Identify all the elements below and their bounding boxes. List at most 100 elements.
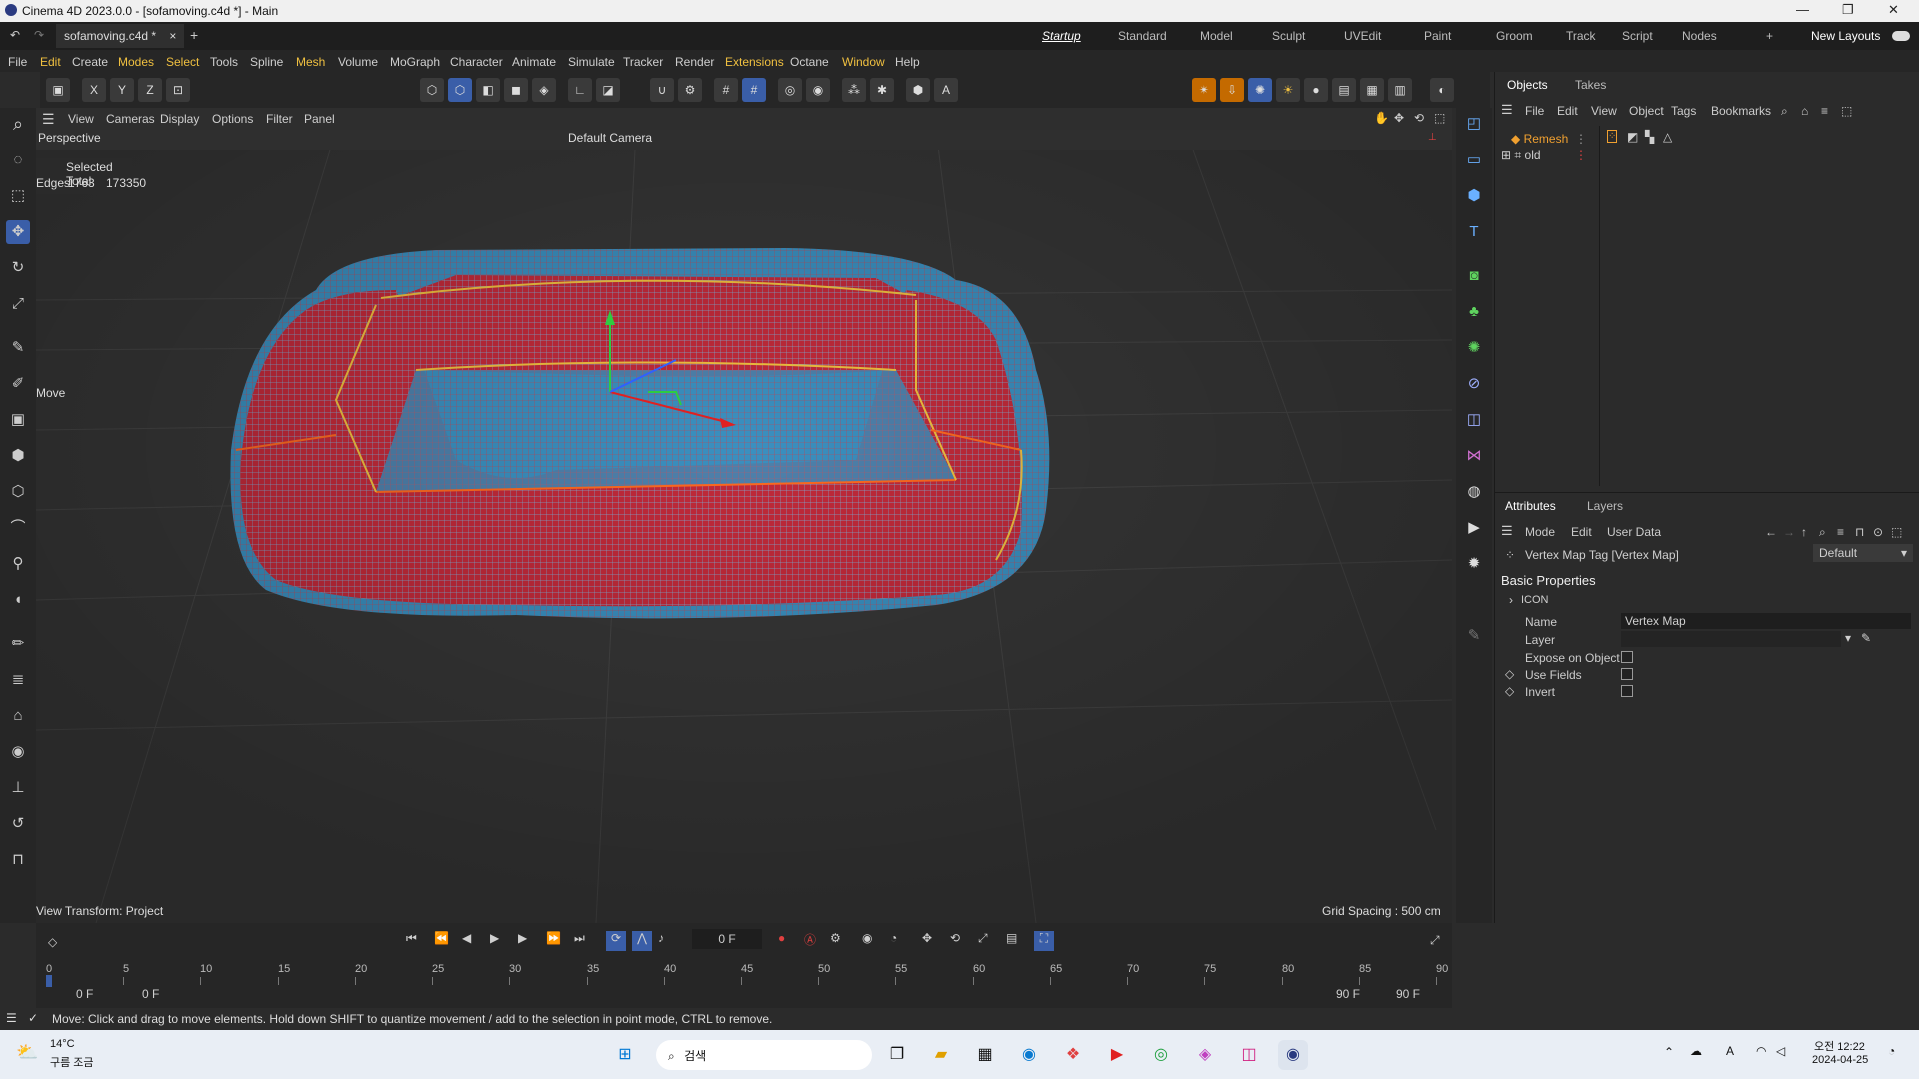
attributes-menu-edit[interactable]: Edit xyxy=(1571,525,1592,539)
render-active-icon[interactable]: ⇩ xyxy=(1220,78,1244,102)
volume-icon[interactable]: ◁ xyxy=(1776,1044,1785,1058)
layout-tab-paint[interactable]: Paint xyxy=(1424,29,1451,43)
menu-tools[interactable]: Tools xyxy=(210,55,238,69)
menu-octane[interactable]: Octane xyxy=(790,55,829,69)
chevron-right-icon[interactable]: › xyxy=(1509,593,1513,607)
brush-tool-icon[interactable]: ✏ xyxy=(6,632,30,656)
lock-icon[interactable]: ⊓ xyxy=(1855,525,1864,539)
objects-hamburger-icon[interactable]: ☰ xyxy=(1501,102,1513,118)
character-icon[interactable]: ⋈ xyxy=(1462,444,1486,468)
objects-menu-file[interactable]: File xyxy=(1525,104,1544,118)
tab-objects[interactable]: Objects xyxy=(1507,78,1548,92)
interactive-render-icon[interactable]: ✺ xyxy=(1248,78,1272,102)
close-tab-icon[interactable]: × xyxy=(169,29,176,43)
3d-viewport[interactable]: Perspective Default Camera Selected Tota… xyxy=(36,130,1452,923)
move-view-icon[interactable]: ✥ xyxy=(1394,111,1404,125)
attributes-menu-mode[interactable]: Mode xyxy=(1525,525,1555,539)
x-axis-lock-icon[interactable]: X xyxy=(82,78,106,102)
cube-tool-icon[interactable]: ▣ xyxy=(6,408,30,432)
clock-date[interactable]: 2024-04-25 xyxy=(1812,1054,1868,1066)
hamburger-menu-icon[interactable]: ☰ xyxy=(6,1011,17,1025)
z-axis-lock-icon[interactable]: Z xyxy=(138,78,162,102)
symmetry-icon[interactable]: ◉ xyxy=(806,78,830,102)
knife-tool-icon[interactable]: ⊥ xyxy=(6,776,30,800)
subdivision-icon[interactable]: ◙ xyxy=(1462,264,1486,288)
maximize-view-icon[interactable]: ⬚ xyxy=(1434,111,1445,125)
workplane-icon[interactable]: # xyxy=(742,78,766,102)
file-explorer-icon[interactable]: ▰ xyxy=(926,1040,956,1070)
objects-home-icon[interactable]: ⌂ xyxy=(1801,104,1808,118)
sky-icon[interactable]: ● xyxy=(1304,78,1328,102)
pen-tool-icon[interactable]: ✎ xyxy=(6,336,30,360)
layout-tab-model[interactable]: Model xyxy=(1200,29,1233,43)
effector-object-icon[interactable]: ✺ xyxy=(1462,336,1486,360)
windows-start-icon[interactable]: ⊞ xyxy=(610,1040,640,1070)
use-fields-checkbox[interactable] xyxy=(1621,668,1633,680)
onedrive-icon[interactable]: ☁ xyxy=(1690,1044,1702,1058)
objects-menu-tags[interactable]: Tags xyxy=(1671,104,1696,118)
layout-tab-standard[interactable]: Standard xyxy=(1118,29,1167,43)
object-row-remesh[interactable]: ◆ Remesh xyxy=(1511,132,1568,146)
pencil-icon[interactable]: ✎ xyxy=(1462,624,1486,648)
tweak-mode-icon[interactable]: ◪ xyxy=(596,78,620,102)
menu-modes[interactable]: Modes xyxy=(118,55,154,69)
snap-settings-icon[interactable]: ⚙ xyxy=(678,78,702,102)
camera-object-icon[interactable]: ◰ xyxy=(1462,112,1486,136)
scale-key-icon[interactable]: ⤢ xyxy=(978,931,988,946)
cloner-object-icon[interactable]: ♣ xyxy=(1462,300,1486,324)
polygon-selection-tag-icon[interactable]: △ xyxy=(1663,130,1672,144)
axis-mode-icon[interactable]: ∟ xyxy=(568,78,592,102)
preset-dropdown[interactable]: Default ▾ xyxy=(1813,544,1913,562)
attributes-menu-user-data[interactable]: User Data xyxy=(1607,525,1661,539)
weather-icon[interactable]: ⛅ xyxy=(16,1042,38,1063)
chrome-icon[interactable]: ◎ xyxy=(1146,1040,1176,1070)
objects-menu-edit[interactable]: Edit xyxy=(1557,104,1578,118)
task-view-icon[interactable]: ❐ xyxy=(882,1040,912,1070)
menu-extensions[interactable]: Extensions xyxy=(725,55,784,69)
chevron-down-icon[interactable]: ▾ xyxy=(1845,631,1851,645)
menu-tracker[interactable]: Tracker xyxy=(623,55,663,69)
sound-icon[interactable]: ♪ xyxy=(658,931,664,945)
polygons-mode-icon[interactable]: ◧ xyxy=(476,78,500,102)
spline-icon[interactable]: ▭ xyxy=(1462,148,1486,172)
rotate-tool-icon[interactable]: ↻ xyxy=(6,256,30,280)
edge-icon[interactable]: ◉ xyxy=(1014,1040,1044,1070)
tab-attributes[interactable]: Attributes xyxy=(1505,499,1556,513)
light-icon[interactable]: ☀ xyxy=(1276,78,1300,102)
y-axis-lock-icon[interactable]: Y xyxy=(110,78,134,102)
clock-time[interactable]: 오전 12:22 xyxy=(1814,1038,1865,1054)
timeline-expand-icon[interactable]: ⤢ xyxy=(1430,933,1440,948)
wifi-icon[interactable]: ◠ xyxy=(1756,1044,1766,1058)
render-region-icon[interactable]: ⬢ xyxy=(906,78,930,102)
visibility-dots-icon[interactable]: ⋮ xyxy=(1575,132,1587,146)
menu-character[interactable]: Character xyxy=(450,55,503,69)
layout-tab-startup[interactable]: Startup xyxy=(1042,29,1081,43)
invert-checkbox[interactable] xyxy=(1621,685,1633,697)
expose-on-object-checkbox[interactable] xyxy=(1621,651,1633,663)
group-label[interactable]: ICON xyxy=(1521,594,1549,606)
object-row-old[interactable]: ⊞ ⌗ old xyxy=(1501,148,1541,163)
octane-icon[interactable]: ◐ xyxy=(1430,78,1454,102)
viewport-menu-options[interactable]: Options xyxy=(212,112,253,126)
rotation-key-icon[interactable]: ⟲ xyxy=(950,931,960,945)
end-frame-a[interactable]: 90 F xyxy=(1336,987,1360,1001)
menu-simulate[interactable]: Simulate xyxy=(568,55,615,69)
layout-tab-script[interactable]: Script xyxy=(1622,29,1653,43)
menu-edit[interactable]: Edit xyxy=(40,55,61,69)
material-tag-icon[interactable]: ▚ xyxy=(1645,130,1654,144)
phong-tag-icon[interactable]: ◩ xyxy=(1627,130,1638,144)
menu-file[interactable]: File xyxy=(8,55,27,69)
next-key-icon[interactable]: ⏩ xyxy=(546,931,561,945)
layer-edit-icon[interactable]: ✎ xyxy=(1861,631,1871,645)
menu-spline[interactable]: Spline xyxy=(250,55,283,69)
camera-icon[interactable]: ▶ xyxy=(1462,516,1486,540)
new-window-icon[interactable]: ⬚ xyxy=(1891,525,1902,539)
new-layouts-button[interactable]: New Layouts xyxy=(1811,29,1880,43)
visibility-dots-icon[interactable]: ⋮ xyxy=(1575,148,1587,162)
sketch-tool-icon[interactable]: ✐ xyxy=(6,372,30,396)
minimize-button[interactable]: — xyxy=(1796,2,1809,17)
redo-icon[interactable]: ↷ xyxy=(34,28,44,42)
viewport-menu-cameras[interactable]: Cameras xyxy=(106,112,155,126)
magnet-icon[interactable]: ∪ xyxy=(650,78,674,102)
objects-filter-icon[interactable]: ≡ xyxy=(1821,104,1828,118)
